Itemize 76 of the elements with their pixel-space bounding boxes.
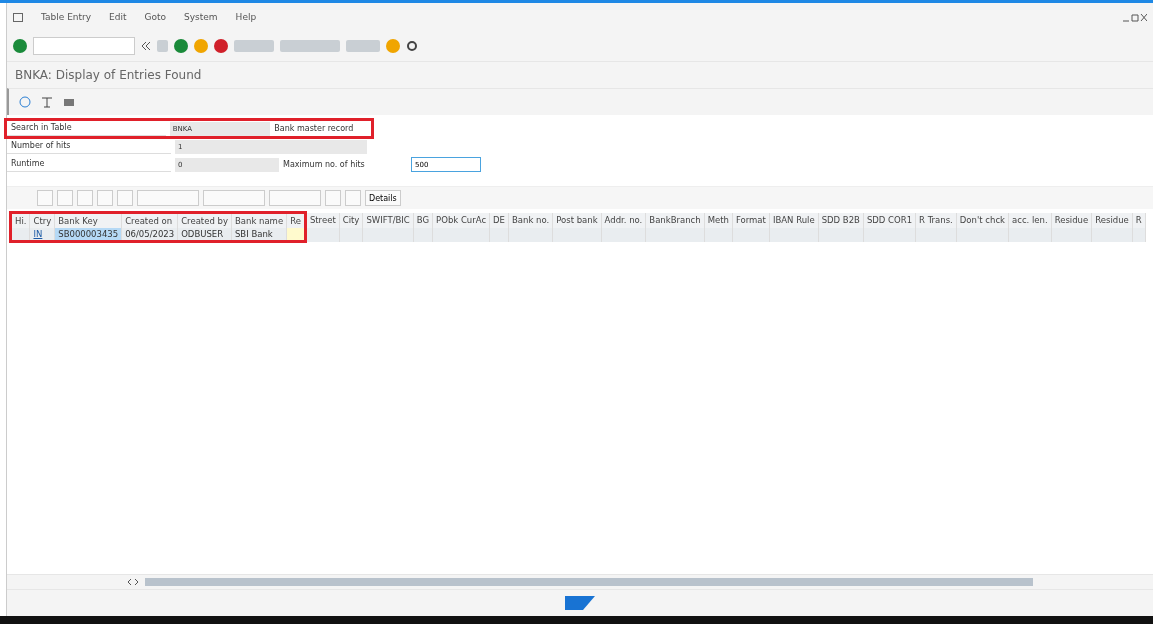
column-header[interactable]: City bbox=[339, 212, 363, 228]
column-header[interactable]: Residue bbox=[1091, 212, 1133, 228]
column-header[interactable]: SWIFT/BIC bbox=[362, 212, 414, 228]
table-cell bbox=[362, 228, 414, 242]
scrollbar[interactable] bbox=[145, 578, 1033, 586]
table-cell bbox=[1091, 228, 1133, 242]
table-cell bbox=[915, 228, 957, 242]
table-cell bbox=[863, 228, 916, 242]
window-controls-icon[interactable] bbox=[1123, 12, 1147, 22]
table-cell: SBI Bank bbox=[231, 228, 287, 242]
table-cell bbox=[432, 228, 490, 242]
table-cell bbox=[818, 228, 864, 242]
back-icon[interactable] bbox=[174, 39, 188, 53]
table-cell bbox=[552, 228, 602, 242]
table-cell bbox=[769, 228, 819, 242]
column-header[interactable]: SDD B2B bbox=[818, 212, 864, 228]
exit-icon[interactable] bbox=[194, 39, 208, 53]
command-field[interactable] bbox=[33, 37, 135, 55]
table-cell[interactable]: IN bbox=[29, 228, 55, 242]
help-icon[interactable] bbox=[386, 39, 400, 53]
table-cell bbox=[339, 228, 363, 242]
column-header[interactable]: Meth bbox=[704, 212, 733, 228]
field-label: Runtime bbox=[7, 157, 171, 172]
column-header[interactable]: Bank name bbox=[231, 212, 287, 228]
menu-item[interactable]: Goto bbox=[144, 12, 167, 22]
table-cell bbox=[1008, 228, 1052, 242]
column-header[interactable]: Bank no. bbox=[508, 212, 553, 228]
table-cell bbox=[305, 228, 340, 242]
field-description: Bank master record bbox=[273, 124, 355, 133]
scroll-arrows-icon[interactable] bbox=[127, 578, 139, 586]
menu-item[interactable]: Table Entry bbox=[41, 12, 92, 22]
logo-icon bbox=[565, 596, 595, 610]
column-header[interactable]: Street bbox=[305, 212, 340, 228]
column-header[interactable]: Don't chck bbox=[956, 212, 1009, 228]
details-button[interactable]: Details bbox=[365, 190, 401, 206]
column-header[interactable]: Hi. bbox=[10, 212, 30, 228]
column-header[interactable]: R Trans. bbox=[915, 212, 957, 228]
menu-item[interactable]: System bbox=[184, 12, 218, 22]
column-header[interactable]: DE bbox=[489, 212, 509, 228]
table-cell bbox=[704, 228, 733, 242]
table-cell bbox=[601, 228, 646, 242]
column-header[interactable]: PObk CurAc bbox=[432, 212, 490, 228]
field-label: Number of hits bbox=[7, 139, 171, 154]
column-header[interactable]: Residue bbox=[1051, 212, 1092, 228]
column-header[interactable]: Ctry bbox=[29, 212, 55, 228]
column-header[interactable]: Created on bbox=[121, 212, 178, 228]
screen-title: BNKA: Display of Entries Found bbox=[15, 68, 202, 82]
column-header[interactable]: Post bank bbox=[552, 212, 602, 228]
menu-item[interactable]: Edit bbox=[109, 12, 127, 22]
table-cell: ODBUSER bbox=[177, 228, 232, 242]
column-header[interactable]: Created by bbox=[177, 212, 232, 228]
table-cell bbox=[956, 228, 1009, 242]
table-cell: 06/05/2023 bbox=[121, 228, 178, 242]
table-cell: SB000003435 bbox=[54, 228, 122, 242]
table-cell bbox=[732, 228, 770, 242]
column-header[interactable]: BG bbox=[413, 212, 433, 228]
tools-icon[interactable] bbox=[41, 96, 53, 108]
column-header[interactable]: BankBranch bbox=[645, 212, 705, 228]
column-header[interactable]: Bank Key bbox=[54, 212, 122, 228]
column-header[interactable]: IBAN Rule bbox=[769, 212, 819, 228]
table-cell bbox=[645, 228, 705, 242]
cancel-icon[interactable] bbox=[214, 39, 228, 53]
column-header[interactable]: Addr. no. bbox=[601, 212, 646, 228]
menu-icon[interactable] bbox=[13, 12, 23, 22]
column-header[interactable]: Format bbox=[732, 212, 770, 228]
column-header[interactable]: acc. len. bbox=[1008, 212, 1052, 228]
table-cell bbox=[10, 228, 30, 242]
refresh-icon[interactable] bbox=[19, 96, 31, 108]
double-chevron-icon[interactable] bbox=[141, 41, 151, 51]
column-header[interactable]: SDD COR1 bbox=[863, 212, 916, 228]
table-cell bbox=[508, 228, 553, 242]
check-icon[interactable] bbox=[13, 39, 27, 53]
field-label: Search in Table bbox=[7, 121, 166, 136]
menu-item[interactable]: Help bbox=[235, 12, 257, 22]
field-label: Maximum no. of hits bbox=[282, 160, 366, 169]
table-cell bbox=[1051, 228, 1092, 242]
